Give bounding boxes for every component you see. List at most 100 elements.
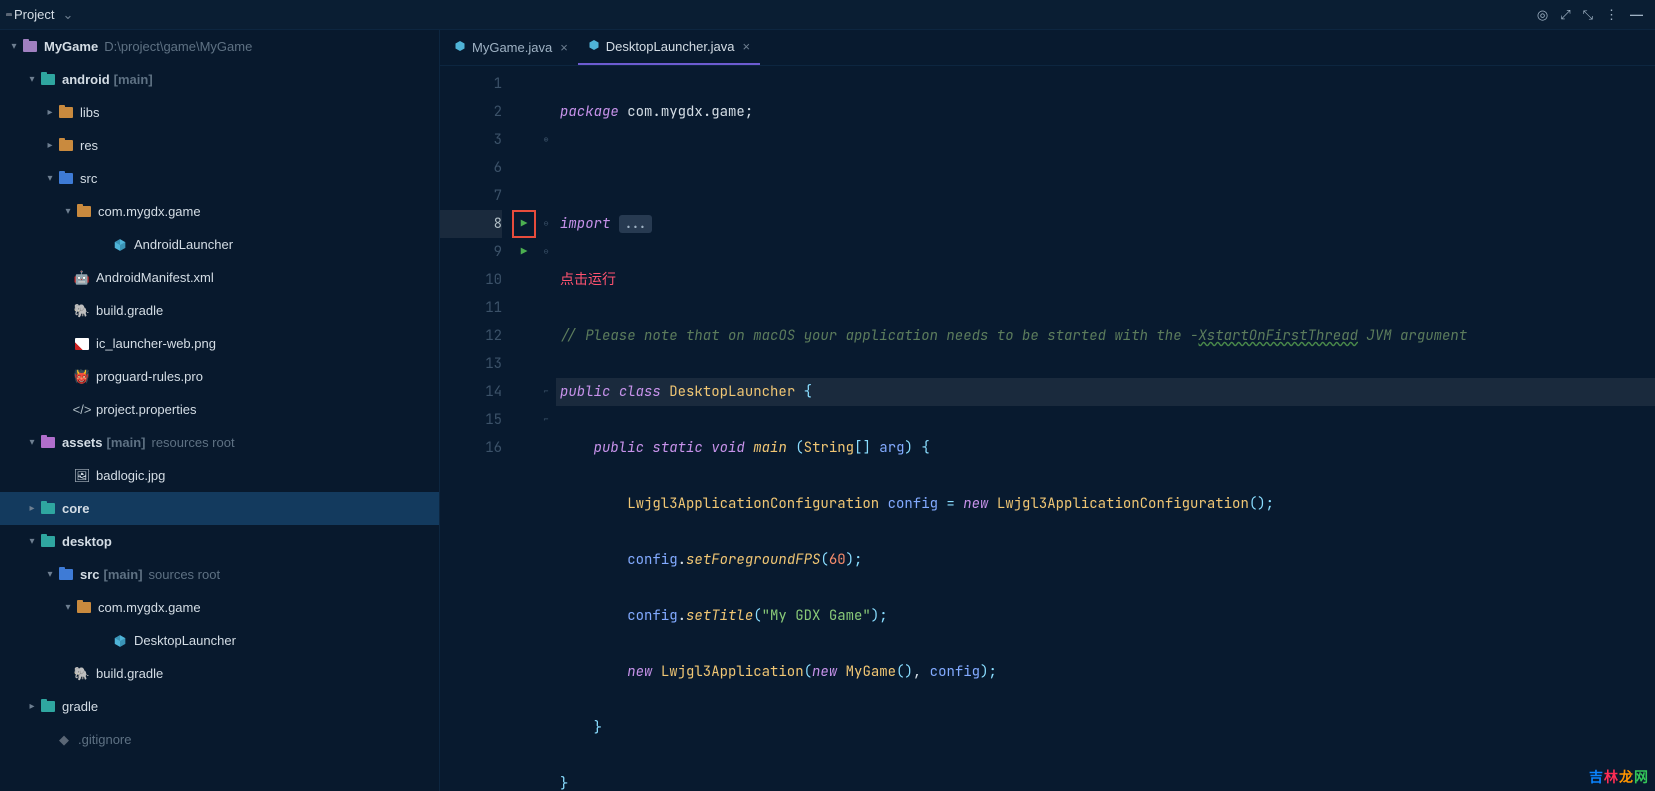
tree-src-desktop[interactable]: src [main] sources root: [0, 558, 439, 591]
tree-label: gradle: [62, 699, 98, 714]
code-editor[interactable]: 1 2 3 6 7 8 9 10 11 12 13 14 15 16 ▶ ▶: [440, 66, 1655, 791]
tree-build-gradle-2[interactable]: 🐘 build.gradle: [0, 657, 439, 690]
fold-end[interactable]: ⌐: [536, 406, 556, 434]
tree-src[interactable]: src: [0, 162, 439, 195]
expand-toggle[interactable]: [60, 206, 76, 217]
project-tool-title[interactable]: Project: [10, 7, 58, 22]
expand-icon[interactable]: ⤢: [1560, 7, 1570, 23]
gradle-icon: 🐘: [74, 303, 90, 319]
fold-gutter: ⊕ ⊖ ⊖ ⌐ ⌐: [536, 66, 556, 791]
expand-toggle[interactable]: [42, 569, 58, 580]
tree-label: com.mygdx.game: [98, 204, 201, 219]
android-icon: 🤖: [74, 271, 90, 285]
source-folder-icon: [58, 173, 74, 184]
tree-label: src: [80, 567, 100, 582]
tree-label: libs: [80, 105, 100, 120]
image-icon: [74, 338, 90, 350]
tab-label: MyGame.java: [472, 40, 552, 55]
play-icon: ▶: [521, 238, 528, 266]
folder-icon: [58, 107, 74, 118]
code-content[interactable]: package com.mygdx.game; import ... 点击运行 …: [556, 66, 1655, 791]
tree-android[interactable]: android [main]: [0, 63, 439, 96]
minimize-icon[interactable]: —: [1630, 7, 1643, 22]
module-icon: [40, 503, 56, 514]
tree-label: com.mygdx.game: [98, 600, 201, 615]
more-icon[interactable]: ⋮: [1605, 7, 1618, 23]
expand-toggle[interactable]: [24, 701, 40, 712]
tree-core[interactable]: core: [0, 492, 439, 525]
java-class-icon: [454, 40, 466, 55]
close-icon[interactable]: ×: [560, 40, 568, 55]
code-file-icon: </>: [74, 402, 90, 417]
expand-toggle[interactable]: [42, 173, 58, 184]
tree-ic-launcher[interactable]: ic_launcher-web.png: [0, 327, 439, 360]
class-icon: [112, 238, 128, 252]
watermark: 吉林龙网: [1589, 767, 1649, 787]
tree-gradle-dir[interactable]: gradle: [0, 690, 439, 723]
tree-manifest[interactable]: 🤖 AndroidManifest.xml: [0, 261, 439, 294]
annotation-text: 点击运行: [560, 271, 616, 289]
package-icon: [76, 602, 92, 613]
tree-label: res: [80, 138, 98, 153]
fold-toggle[interactable]: ⊕: [536, 126, 556, 154]
expand-toggle[interactable]: [24, 503, 40, 514]
play-icon: ▶: [521, 210, 528, 238]
tree-gitignore[interactable]: ◆ .gitignore: [0, 723, 439, 756]
scope-tag: [main]: [104, 567, 143, 582]
tree-assets[interactable]: assets [main] resources root: [0, 426, 439, 459]
tree-label: badlogic.jpg: [96, 468, 165, 483]
tree-label: project.properties: [96, 402, 196, 417]
expand-toggle[interactable]: [24, 536, 40, 547]
tree-project-properties[interactable]: </> project.properties: [0, 393, 439, 426]
collapse-icon[interactable]: ⤡: [1583, 7, 1593, 23]
editor-tabbar: MyGame.java × DesktopLauncher.java ×: [440, 30, 1655, 66]
project-tree[interactable]: MyGame D:\project\game\MyGame android [m…: [0, 30, 440, 791]
fold-end[interactable]: ⌐: [536, 378, 556, 406]
line-number-gutter: 1 2 3 6 7 8 9 10 11 12 13 14 15 16: [440, 66, 512, 791]
tree-label: build.gradle: [96, 303, 163, 318]
fold-toggle[interactable]: ⊖: [536, 210, 556, 238]
target-icon[interactable]: ◎: [1537, 7, 1548, 23]
tree-badlogic[interactable]: 🖼 badlogic.jpg: [0, 459, 439, 492]
scope-tag: [main]: [114, 72, 153, 87]
tree-desktop[interactable]: desktop: [0, 525, 439, 558]
tab-label: DesktopLauncher.java: [606, 39, 735, 54]
scope-tag: [main]: [106, 435, 145, 450]
folder-icon: [40, 701, 56, 712]
expand-toggle[interactable]: [42, 107, 58, 118]
expand-toggle[interactable]: [24, 437, 40, 448]
package-icon: [76, 206, 92, 217]
tab-mygame[interactable]: MyGame.java ×: [444, 30, 578, 65]
close-icon[interactable]: ×: [742, 39, 750, 54]
tree-proguard[interactable]: 👹 proguard-rules.pro: [0, 360, 439, 393]
expand-toggle[interactable]: [42, 140, 58, 151]
chevron-down-icon[interactable]: ⌄: [62, 7, 73, 23]
fold-toggle[interactable]: ⊖: [536, 238, 556, 266]
module-folder-icon: [22, 41, 38, 52]
java-class-icon: [588, 39, 600, 54]
tree-android-launcher[interactable]: AndroidLauncher: [0, 228, 439, 261]
run-class-button[interactable]: ▶: [512, 210, 536, 238]
tree-res[interactable]: res: [0, 129, 439, 162]
tree-desktop-launcher[interactable]: DesktopLauncher: [0, 624, 439, 657]
tree-hint: sources root: [149, 567, 221, 582]
tree-build-gradle-1[interactable]: 🐘 build.gradle: [0, 294, 439, 327]
tree-pkg-2[interactable]: com.mygdx.game: [0, 591, 439, 624]
tree-label: core: [62, 501, 89, 516]
expand-toggle[interactable]: [24, 74, 40, 85]
expand-toggle[interactable]: [6, 41, 22, 52]
tree-label: proguard-rules.pro: [96, 369, 203, 384]
tree-libs[interactable]: libs: [0, 96, 439, 129]
expand-toggle[interactable]: [60, 602, 76, 613]
resources-folder-icon: [40, 437, 56, 448]
tree-hint: resources root: [151, 435, 234, 450]
tree-pkg[interactable]: com.mygdx.game: [0, 195, 439, 228]
tree-root[interactable]: MyGame D:\project\game\MyGame: [0, 30, 439, 63]
image-icon: 🖼: [74, 468, 90, 484]
run-main-button[interactable]: ▶: [512, 238, 536, 266]
tree-label: ic_launcher-web.png: [96, 336, 216, 351]
tree-label: DesktopLauncher: [134, 633, 236, 648]
tab-desktop-launcher[interactable]: DesktopLauncher.java ×: [578, 30, 760, 65]
tree-label: android: [62, 72, 110, 87]
tree-label: AndroidManifest.xml: [96, 270, 214, 285]
